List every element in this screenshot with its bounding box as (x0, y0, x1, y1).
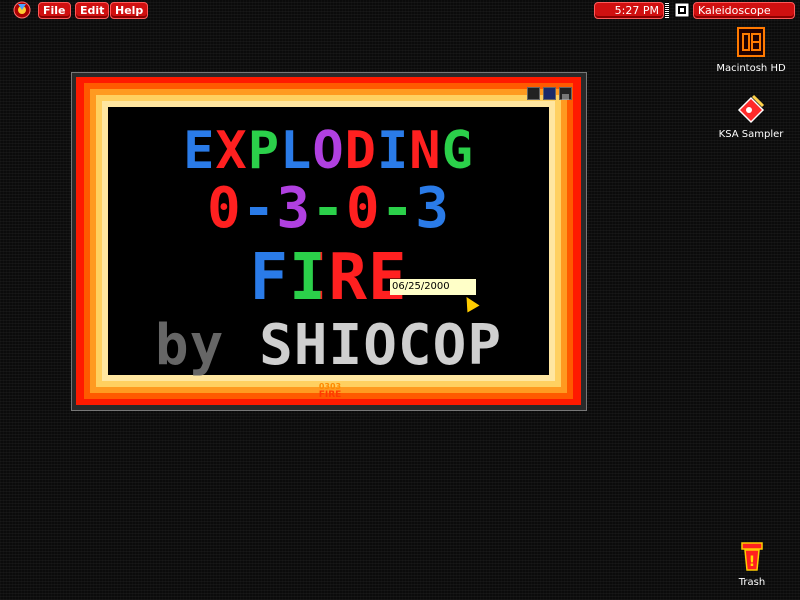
desktop-icon-ksa-sampler[interactable]: KSA Sampler (716, 92, 786, 140)
application-switcher-icon[interactable] (674, 2, 690, 18)
fire-logo: 0303 FIRE (310, 382, 350, 400)
menu-help[interactable]: Help (110, 2, 149, 19)
apple-logo-icon[interactable] (12, 1, 32, 19)
title-exploding: EXPLODING (108, 121, 549, 181)
menu-edit[interactable]: Edit (75, 2, 110, 19)
close-box-icon[interactable] (527, 87, 540, 100)
title-fire: FIRE (108, 243, 549, 313)
ksa-sampler-icon (737, 94, 765, 124)
fire-frame: EXPLODING 0-3-0-3 FIRE by SHIOCOP (76, 77, 581, 405)
zoom-box-icon[interactable] (543, 87, 556, 100)
active-application-menu[interactable]: Kaleidoscope (693, 2, 795, 19)
title-by-shiocop: by SHIOCOP (108, 315, 549, 377)
date-field[interactable]: 06/25/2000 (390, 279, 476, 295)
desktop-icon-trash[interactable]: ! Trash (722, 540, 782, 588)
desktop-icon-label: Macintosh HD (716, 63, 786, 74)
desktop-icon-label: Trash (738, 577, 766, 588)
svg-text:!: ! (749, 554, 755, 570)
desktop-icon-macintosh-hd[interactable]: Macintosh HD (716, 26, 786, 74)
hard-drive-icon (737, 27, 765, 57)
title-text: FIRE (249, 241, 408, 315)
logo-line: FIRE (318, 390, 342, 400)
title-text: 0-3-0-3 (206, 176, 450, 241)
kaleidoscope-window: EXPLODING 0-3-0-3 FIRE by SHIOCOP (71, 72, 587, 411)
title-0303: 0-3-0-3 (108, 179, 549, 239)
menu-separator (665, 2, 669, 18)
title-text: EXPLODING (183, 121, 474, 181)
collapse-box-icon[interactable] (559, 87, 572, 100)
menu-clock[interactable]: 5:27 PM (594, 2, 664, 19)
desktop-icon-label: KSA Sampler (718, 129, 784, 140)
glow-border: EXPLODING 0-3-0-3 FIRE by SHIOCOP (108, 107, 549, 377)
menu-bar: File Edit Help 5:27 PM Kaleidoscope (0, 0, 800, 20)
trash-icon: ! (741, 542, 763, 571)
title-text: by SHIOCOP (154, 313, 503, 378)
menu-file[interactable]: File (38, 2, 71, 19)
